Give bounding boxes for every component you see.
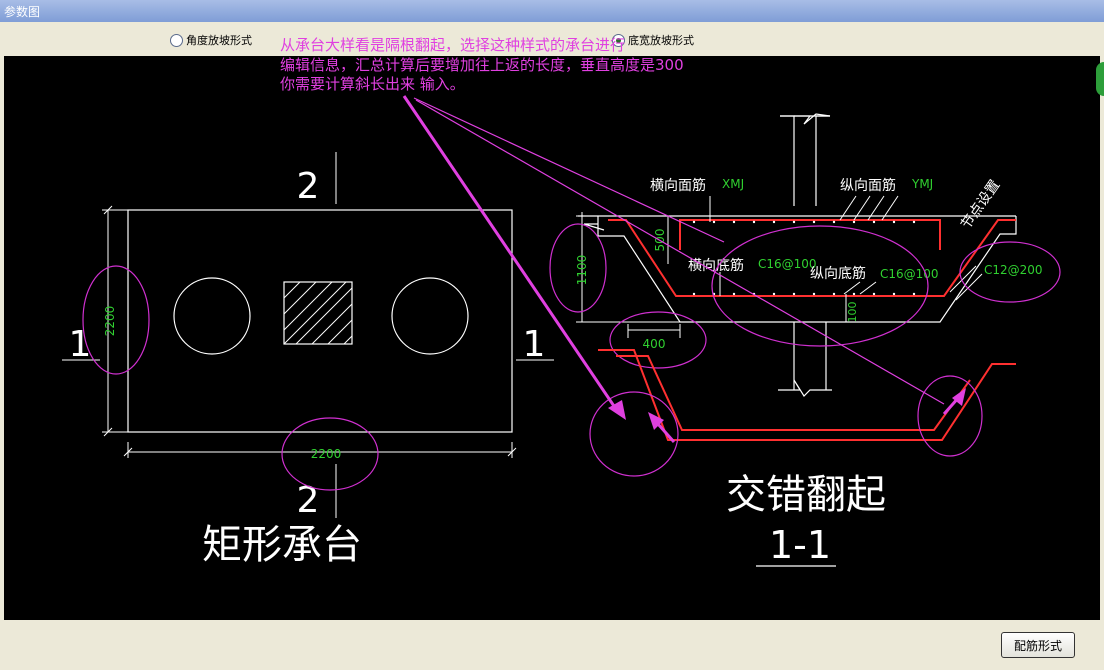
pile-left <box>173 277 251 355</box>
dim-400: 400 <box>643 337 666 351</box>
section-dims <box>576 212 847 338</box>
code-hxdj: C16@100 <box>758 257 817 271</box>
highlight-bend-right <box>917 375 983 457</box>
footer-bar: 配筋形式 <box>0 620 1104 670</box>
section-mark-right: 1 <box>523 324 546 365</box>
cap-outline <box>127 209 513 433</box>
rebar-top <box>679 219 941 250</box>
radio-angle-slope[interactable]: 角度放坡形式 <box>170 32 252 48</box>
plan-caption: 矩形承台 <box>202 522 362 568</box>
column-section <box>780 113 831 206</box>
cad-diagram: 2200 2200 2 2 1 1 矩形承台 1100 400 100 横向面筋… <box>62 95 1061 568</box>
cad-drawing-area: 2200 2200 2 2 1 1 矩形承台 1100 400 100 横向面筋… <box>4 56 1100 620</box>
label-zxmj: 纵向面筋 <box>840 177 896 194</box>
code-stirrup: C12@200 <box>984 263 1043 277</box>
label-hxdj: 横向底筋 <box>688 257 744 274</box>
code-zxdj: C16@100 <box>880 267 939 281</box>
label-node: 节点设置 <box>958 177 1003 232</box>
pile-right <box>391 277 469 355</box>
annotation-line-3: 你需要计算斜长出来 输入。 <box>280 75 465 93</box>
pile-section <box>778 322 832 397</box>
dim-width-value: 2200 <box>311 447 342 461</box>
side-indicator <box>1096 62 1104 96</box>
section-mark-left: 1 <box>69 324 92 365</box>
section-caption-main: 交错翻起 <box>726 472 886 518</box>
annotation-line-2: 编辑信息，汇总计算后要增加往上返的长度，垂直高度是300 <box>280 56 684 74</box>
label-leaders <box>709 195 983 301</box>
dim-height-value: 2200 <box>103 306 117 337</box>
annotation-line-1: 从承台大样看是隔根翻起，选择这种样式的承台进行 <box>280 36 626 54</box>
dim-1100: 1100 <box>575 255 589 286</box>
code-xmj: XMJ <box>722 177 744 191</box>
title-bar: 参数图 <box>0 0 1104 22</box>
label-hxmj: 横向面筋 <box>650 177 706 194</box>
window-title: 参数图 <box>4 5 41 19</box>
radio-width-slope-label: 底宽放坡形式 <box>628 34 694 47</box>
section-mark-top: 2 <box>297 166 320 207</box>
label-zxdj: 纵向底筋 <box>810 265 866 282</box>
highlight-bottom-bars <box>711 225 929 347</box>
section-caption-sub: 1-1 <box>769 523 831 567</box>
radio-angle-slope-label: 角度放坡形式 <box>186 34 252 47</box>
code-ymj: YMJ <box>911 177 933 191</box>
column-hatched <box>283 281 353 345</box>
radio-indicator[interactable] <box>170 33 183 47</box>
rebar-form-button[interactable]: 配筋形式 <box>1001 632 1075 658</box>
dim-100: 100 <box>846 302 859 323</box>
